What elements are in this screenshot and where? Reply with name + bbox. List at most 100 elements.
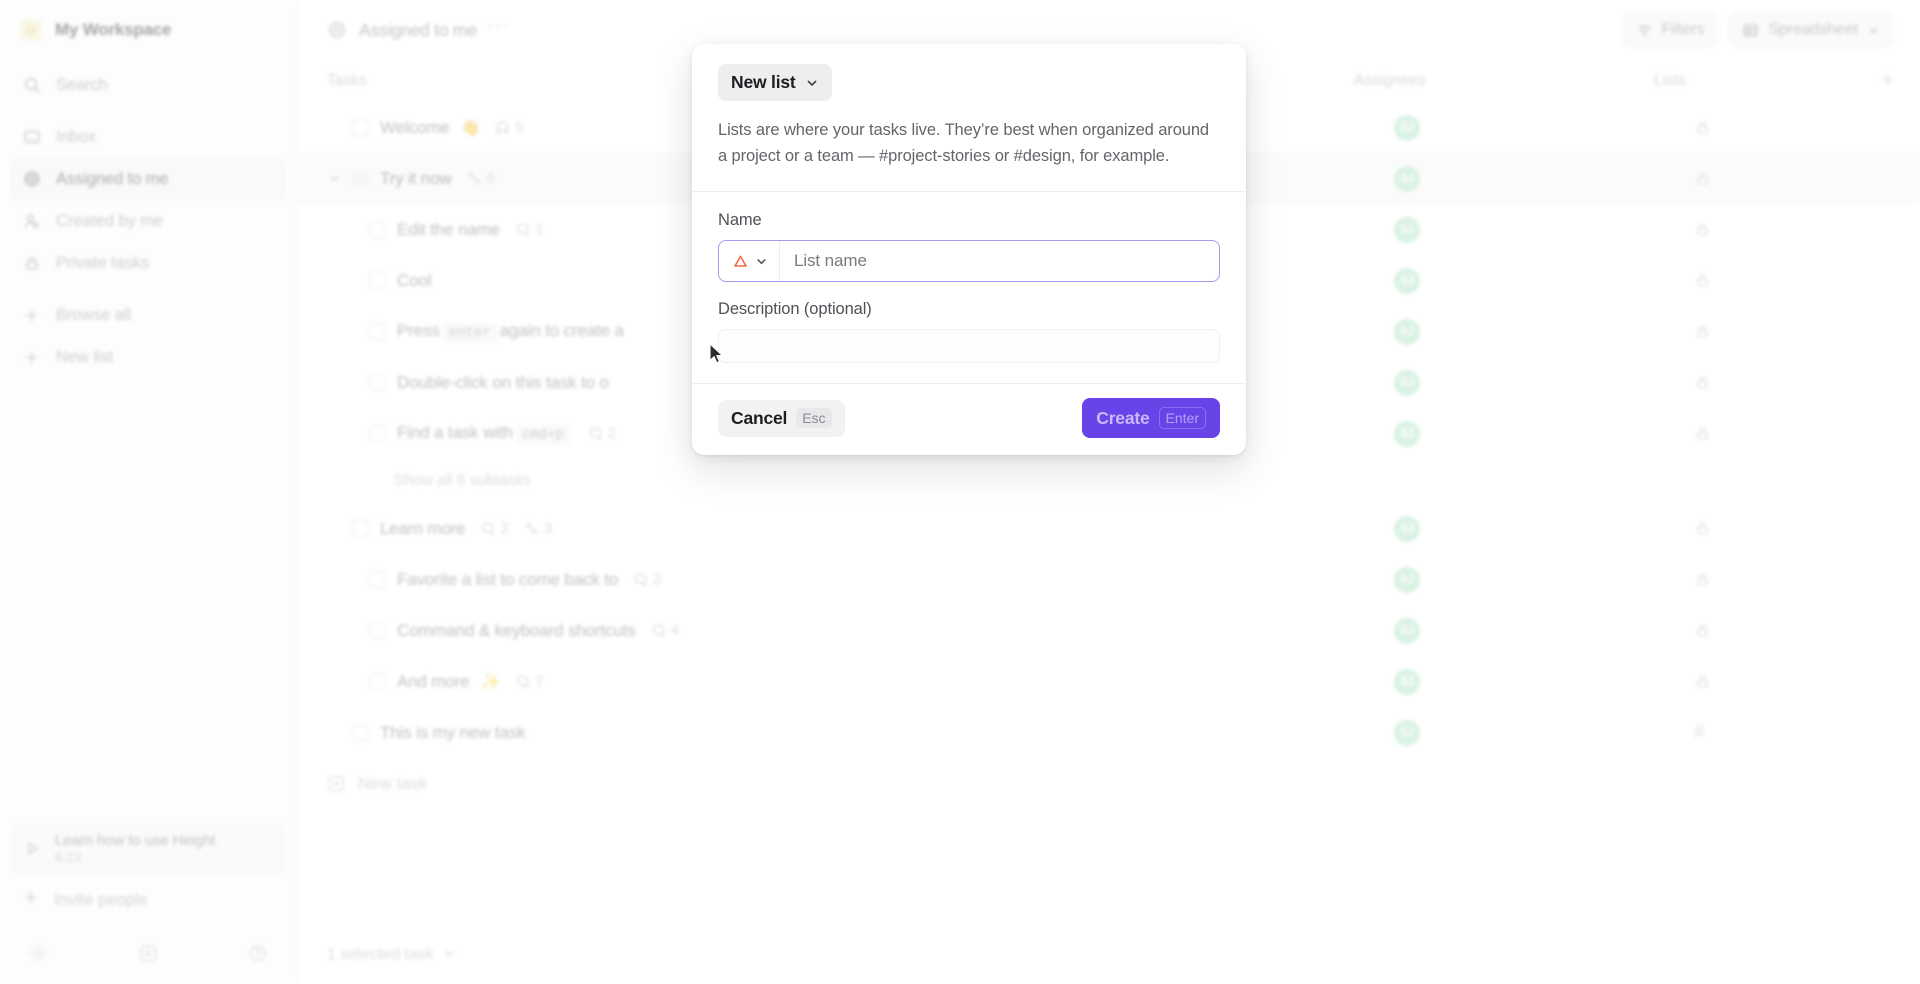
table-row[interactable]: Learn more 2 3 SJ: [297, 503, 1920, 554]
view-more-options-icon[interactable]: ···: [487, 17, 510, 38]
lock-icon: [1694, 673, 1711, 690]
task-checkbox[interactable]: [352, 520, 369, 537]
task-title: Command & keyboard shortcuts: [397, 620, 636, 640]
avatar: SJ: [1394, 114, 1420, 141]
gear-icon[interactable]: [28, 943, 48, 963]
table-row[interactable]: This is my new task SJ #: [297, 707, 1920, 758]
selected-task-count: 1 selected task: [327, 946, 434, 963]
task-list-cell[interactable]: [1694, 622, 1894, 639]
task-assignees[interactable]: SJ: [1394, 369, 1694, 396]
task-checkbox[interactable]: [352, 119, 369, 136]
task-assignees[interactable]: SJ: [1394, 617, 1694, 644]
sidebar-item-assigned-to-me[interactable]: Assigned to me: [10, 158, 286, 200]
view-title[interactable]: Assigned to me: [327, 20, 477, 41]
create-button[interactable]: Create Enter: [1082, 398, 1220, 439]
task-list-cell[interactable]: [1694, 673, 1894, 690]
chevron-down-icon[interactable]: [442, 946, 456, 965]
lock-icon: [1694, 622, 1711, 639]
sidebar-item-inbox[interactable]: Inbox: [10, 116, 286, 158]
wave-emoji: 👋: [460, 119, 481, 137]
lock-icon: [1694, 272, 1711, 289]
task-title: Edit the name: [397, 219, 500, 239]
task-list-cell[interactable]: [1694, 119, 1894, 136]
task-list-cell[interactable]: #: [1694, 723, 1894, 742]
task-list-cell[interactable]: [1694, 425, 1894, 442]
sidebar-item-new-list[interactable]: New list: [10, 336, 286, 378]
list-description-input[interactable]: [718, 329, 1220, 364]
help-icon[interactable]: [248, 943, 268, 963]
avatar: SJ: [1394, 369, 1420, 396]
task-checkbox[interactable]: [352, 724, 369, 741]
task-assignees[interactable]: SJ: [1394, 719, 1694, 746]
task-assignees[interactable]: SJ: [1394, 114, 1694, 141]
task-assignees[interactable]: SJ: [1394, 420, 1694, 447]
task-checkbox[interactable]: [369, 374, 386, 391]
status-bar[interactable]: 1 selected task: [297, 926, 1920, 984]
task-checkbox[interactable]: [352, 170, 369, 187]
task-list-cell[interactable]: [1694, 520, 1894, 537]
task-assignees[interactable]: SJ: [1394, 216, 1694, 243]
hash-icon: #: [1694, 722, 1705, 743]
task-checkbox[interactable]: [369, 221, 386, 238]
task-row-main: Favorite a list to come back to 2: [369, 570, 1394, 590]
task-checkbox[interactable]: [369, 272, 386, 289]
task-assignees[interactable]: SJ: [1394, 165, 1694, 192]
lock-icon: [1694, 571, 1711, 588]
subtask-count-value: 3: [543, 520, 553, 537]
keyboard-key: enter: [442, 322, 497, 343]
list-type-dropdown[interactable]: New list: [718, 64, 832, 101]
task-checkbox[interactable]: [369, 571, 386, 588]
table-row[interactable]: And more ✨ 7 SJ: [297, 656, 1920, 707]
learn-how-to-use-height-card[interactable]: Learn how to use Height 6:23: [10, 823, 286, 874]
lock-icon: [22, 254, 41, 273]
target-icon: [22, 170, 41, 189]
list-name-input[interactable]: [780, 241, 1219, 282]
sidebar-item-browse-all[interactable]: Browse all: [10, 294, 286, 336]
new-task-button[interactable]: New task: [297, 758, 1920, 809]
sidebar-item-created-by-me[interactable]: Created by me: [10, 200, 286, 242]
plus-icon: [22, 889, 39, 911]
sidebar-item-search[interactable]: Search: [10, 64, 286, 106]
sidebar: M My Workspace Search Inbox Assigned to …: [0, 0, 297, 984]
task-assignees[interactable]: SJ: [1394, 515, 1694, 542]
task-assignees[interactable]: SJ: [1394, 318, 1694, 345]
task-checkbox[interactable]: [369, 673, 386, 690]
task-assignees[interactable]: SJ: [1394, 267, 1694, 294]
sidebar-item-private-tasks[interactable]: Private tasks: [10, 242, 286, 284]
task-title: Cool: [397, 270, 432, 290]
new-window-icon[interactable]: [138, 943, 159, 964]
task-list-cell[interactable]: [1694, 323, 1894, 340]
filters-button[interactable]: Filters: [1621, 12, 1719, 48]
cancel-button[interactable]: Cancel Esc: [718, 399, 845, 437]
new-task-label: New task: [358, 773, 428, 793]
task-assignees[interactable]: SJ: [1394, 668, 1694, 695]
task-title-post: again to create a: [499, 320, 624, 340]
task-list-cell[interactable]: [1694, 571, 1894, 588]
chevron-down-icon[interactable]: [327, 172, 341, 185]
plus-icon: [22, 348, 41, 367]
sidebar-item-label: Private tasks: [56, 253, 150, 272]
list-icon-picker[interactable]: [719, 241, 780, 282]
spreadsheet-view-button[interactable]: Spreadsheet: [1728, 12, 1894, 48]
avatar: SJ: [1394, 318, 1420, 345]
avatar: SJ: [1394, 165, 1420, 192]
task-checkbox[interactable]: [369, 622, 386, 639]
add-column-button[interactable]: +: [1854, 69, 1894, 93]
task-assignees[interactable]: SJ: [1394, 566, 1694, 593]
task-list-cell[interactable]: [1694, 221, 1894, 238]
task-list-cell[interactable]: [1694, 272, 1894, 289]
table-row[interactable]: Favorite a list to come back to 2 SJ: [297, 554, 1920, 605]
show-all-subtasks-link[interactable]: Show all 6 subtasks: [297, 459, 1920, 503]
workspace-header[interactable]: M My Workspace: [0, 0, 296, 60]
task-checkbox[interactable]: [369, 425, 386, 442]
task-checkbox[interactable]: [369, 323, 386, 340]
table-row[interactable]: Command & keyboard shortcuts 4 SJ: [297, 605, 1920, 656]
task-list-cell[interactable]: [1694, 170, 1894, 187]
task-list-cell[interactable]: [1694, 374, 1894, 391]
spreadsheet-label: Spreadsheet: [1768, 21, 1858, 38]
invite-people-button[interactable]: Invite people: [10, 878, 286, 922]
lock-icon: [1694, 520, 1711, 537]
